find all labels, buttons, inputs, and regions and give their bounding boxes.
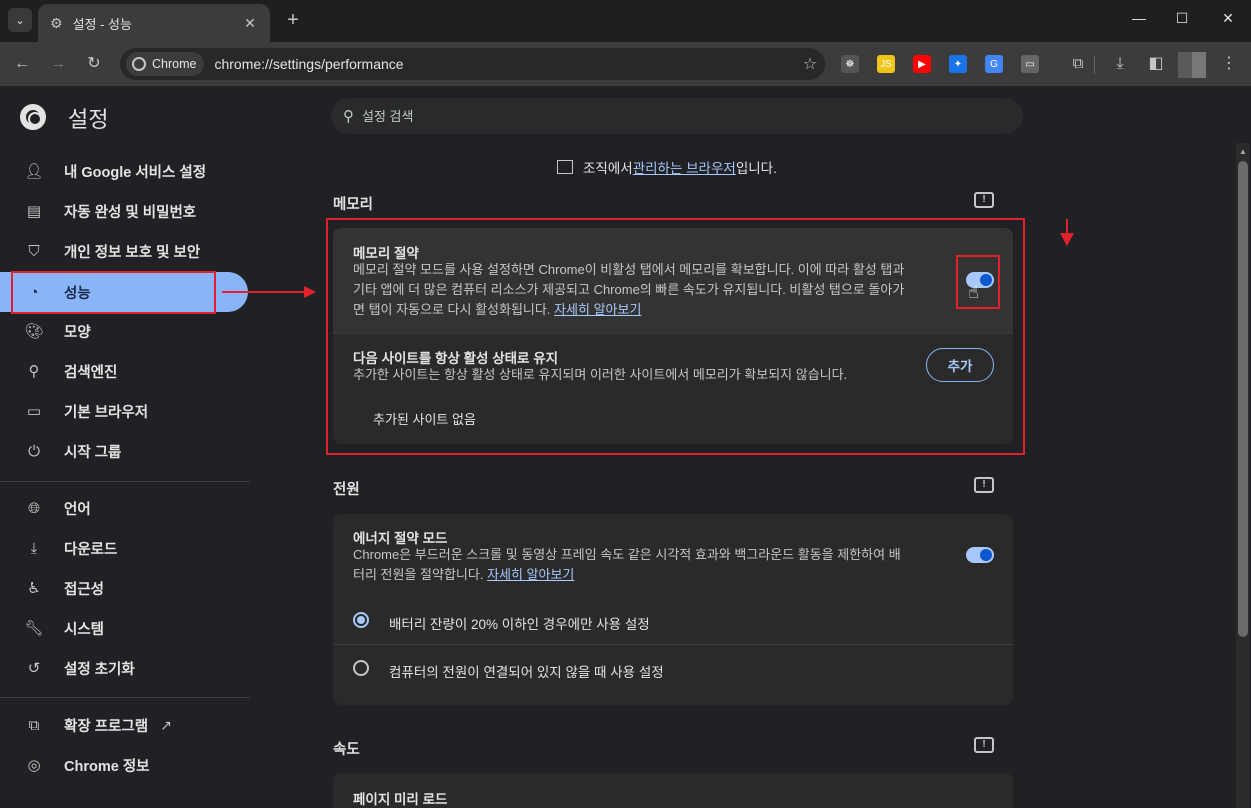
building-icon: [557, 160, 573, 174]
search-icon: ⚲: [28, 363, 40, 380]
annotation-arrow-right: [222, 286, 316, 298]
chip-label: Chrome: [152, 57, 197, 71]
chrome-logo-icon: [132, 57, 146, 71]
translate-extension-icon[interactable]: G: [985, 55, 1003, 73]
scroll-up-arrow-icon[interactable]: ▲: [1239, 147, 1247, 156]
chrome-logo-icon: [20, 104, 46, 130]
feedback-icon[interactable]: !: [974, 477, 994, 493]
sidebar-divider: [0, 481, 250, 482]
chevron-down-icon: ⌄: [15, 14, 25, 27]
palette-icon: 🎨︎: [24, 323, 44, 340]
external-link-icon: ↗: [160, 716, 172, 733]
download-icon: ⤓: [30, 539, 38, 557]
side-panel-icon[interactable]: ◧: [1145, 53, 1167, 75]
address-bar[interactable]: Chrome chrome://settings/performance ☆: [120, 48, 825, 80]
sidebar-item-extensions[interactable]: ⧉ 확장 프로그램 ↗: [0, 705, 248, 745]
sidebar-item-reset[interactable]: ↺ 설정 초기화: [0, 648, 248, 688]
memory-section-title: 메모리: [333, 197, 374, 213]
speed-section-title: 속도: [333, 742, 360, 758]
feedback-icon[interactable]: !: [974, 737, 994, 753]
forward-arrow-icon[interactable]: →: [47, 53, 69, 75]
search-input[interactable]: [362, 108, 962, 124]
new-tab-plus-icon[interactable]: +: [282, 10, 304, 32]
bookmark-star-icon[interactable]: ☆: [795, 54, 825, 74]
js-extension-icon[interactable]: JS: [877, 55, 895, 73]
power-section-title: 전원: [333, 482, 360, 498]
annotation-box-memory: [326, 218, 1025, 455]
sidebar-item-languages[interactable]: 🌐︎ 언어: [0, 488, 248, 528]
menu-kebab-icon[interactable]: ⋮: [1218, 53, 1240, 75]
sidebar-item-downloads[interactable]: ⤓ 다운로드: [0, 528, 248, 568]
browser-window-icon: ▭: [26, 403, 42, 420]
wrench-icon: 🔧︎: [24, 620, 44, 637]
globe-icon: 🌐︎: [27, 499, 40, 517]
power-icon: ⏻: [28, 442, 40, 460]
managed-link[interactable]: 관리하는 브라우저: [633, 157, 736, 177]
energy-saver-toggle[interactable]: [966, 547, 994, 563]
tab-settings-performance[interactable]: ⚙ 설정 - 성능 ✕: [38, 4, 270, 42]
search-icon: ⚲: [343, 108, 354, 125]
annotation-box-toggle: [956, 255, 1000, 309]
sidebar-item-about-chrome[interactable]: ◎ Chrome 정보: [0, 745, 248, 785]
browser-toolbar: ← → ↻ Chrome chrome://settings/performan…: [0, 42, 1251, 86]
youtube-extension-icon[interactable]: ▶: [913, 55, 931, 73]
clipboard-icon: ▤: [26, 203, 42, 220]
minimize-icon[interactable]: —: [1124, 10, 1154, 30]
annotation-arrow-down: [1060, 219, 1074, 246]
settings-search[interactable]: ⚲: [331, 98, 1023, 134]
scrollbar-thumb[interactable]: [1238, 161, 1248, 637]
scrollbar[interactable]: ▲: [1236, 143, 1250, 808]
tab-close-icon[interactable]: ✕: [240, 15, 260, 32]
accessibility-icon: ♿︎: [27, 580, 41, 597]
energy-saver-title: 에너지 절약 모드: [353, 531, 448, 546]
puzzle-icon: ⧉: [28, 716, 40, 734]
feedback-icon[interactable]: !: [974, 192, 994, 208]
sidebar-item-privacy[interactable]: ⛉ 개인 정보 보호 및 보안: [0, 231, 248, 271]
battery-20-label: 배터리 잔량이 20% 이하인 경우에만 사용 설정: [389, 617, 650, 632]
sidebar-item-accessibility[interactable]: ♿︎ 접근성: [0, 568, 248, 608]
managed-notice: 조직에서 관리하는 브라우저 입니다.: [557, 157, 777, 177]
url-text[interactable]: chrome://settings/performance: [214, 56, 795, 72]
annotation-box-sidebar: [11, 271, 216, 314]
tab-title: 설정 - 성능: [72, 16, 132, 32]
history-icon: ↺: [27, 660, 41, 677]
window-close-icon[interactable]: ✕: [1213, 10, 1243, 30]
battery-20-radio[interactable]: [353, 612, 369, 628]
unplugged-label: 컴퓨터의 전원이 연결되어 있지 않을 때 사용 설정: [389, 665, 664, 680]
sidebar-item-autofill[interactable]: ▤ 자동 완성 및 비밀번호: [0, 191, 248, 231]
toolbar-divider: [1094, 56, 1095, 74]
site-info-chip[interactable]: Chrome: [126, 52, 205, 76]
shield-icon: ⛉: [28, 242, 40, 260]
unplugged-radio[interactable]: [353, 660, 369, 676]
sidebar-item-on-startup[interactable]: ⏻ 시작 그룹: [0, 431, 248, 471]
sidebar-item-system[interactable]: 🔧︎ 시스템: [0, 608, 248, 648]
row-divider: [333, 644, 1013, 645]
gear-icon: ⚙: [50, 14, 63, 31]
sidebar-divider: [0, 697, 250, 698]
person-icon: 👤︎: [24, 163, 44, 180]
page-title: 설정: [68, 107, 109, 132]
reload-icon[interactable]: ↻: [83, 53, 105, 75]
profile-avatar[interactable]: [1178, 52, 1206, 78]
extensions-puzzle-icon[interactable]: ⧉: [1067, 53, 1089, 75]
maximize-icon[interactable]: ☐: [1167, 10, 1197, 30]
sidebar-item-default-browser[interactable]: ▭ 기본 브라우저: [0, 391, 248, 431]
sidebar-item-search-engine[interactable]: ⚲ 검색엔진: [0, 351, 248, 391]
download-icon[interactable]: ⤓: [1109, 53, 1131, 75]
extension-icon-4[interactable]: ✦: [949, 55, 967, 73]
extension-icon-6[interactable]: ▭: [1021, 55, 1039, 73]
energy-learn-more-link[interactable]: 자세히 알아보기: [487, 567, 574, 582]
tab-strip: ⌄ ⚙ 설정 - 성능 ✕ + — ☐ ✕: [0, 0, 1251, 42]
preload-title: 페이지 미리 로드: [353, 792, 448, 807]
sidebar-item-google-services[interactable]: 👤︎ 내 Google 서비스 설정: [0, 151, 248, 191]
chrome-logo-icon: ◎: [27, 757, 41, 774]
extension-icon-1[interactable]: ☸: [841, 55, 859, 73]
sidebar-item-appearance[interactable]: 🎨︎ 모양: [0, 311, 248, 351]
tab-search-button[interactable]: ⌄: [8, 8, 32, 32]
energy-saver-desc: Chrome은 부드러운 스크롤 및 동영상 프레임 속도 같은 시각적 효과와…: [353, 547, 901, 582]
back-arrow-icon[interactable]: ←: [11, 53, 33, 75]
